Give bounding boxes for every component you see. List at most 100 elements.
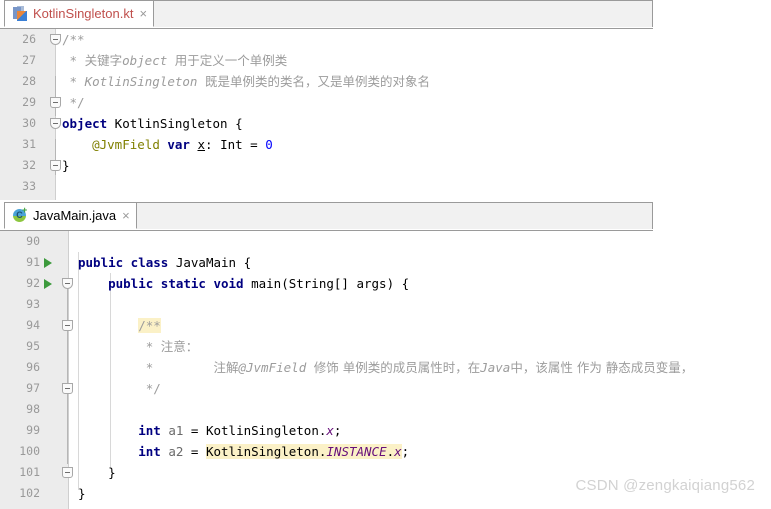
code-text: * 注意： xyxy=(78,336,199,357)
code-text: */ xyxy=(62,92,85,113)
code-token: } xyxy=(78,465,116,480)
code-line[interactable]: 94 /** xyxy=(0,315,771,336)
code-line[interactable]: 91 public class JavaMain { xyxy=(0,252,771,273)
fold-end-icon[interactable] xyxy=(62,467,73,478)
code-line[interactable]: 29 */ xyxy=(0,92,771,113)
run-arrow-icon[interactable] xyxy=(44,258,52,268)
tab-java-main[interactable]: C + JavaMain.java × xyxy=(4,202,137,229)
fold-end-icon[interactable] xyxy=(62,383,73,394)
fold-end-icon[interactable] xyxy=(62,320,73,331)
line-number: 97 xyxy=(26,381,40,395)
java-editor-panel: C + JavaMain.java × 90 91 public class Java… xyxy=(0,202,771,509)
code-text: * KotlinSingleton 既是单例类的类名，又是单例类的对象名 xyxy=(62,71,431,92)
line-number: 99 xyxy=(26,423,40,437)
code-token: * xyxy=(62,74,85,89)
java-code-area[interactable]: 90 91 public class JavaMain {92 public sta… xyxy=(0,231,771,509)
code-token: KotlinSingleton. xyxy=(205,444,327,459)
code-token: /** xyxy=(138,318,161,333)
code-line[interactable]: 93 xyxy=(0,294,771,315)
kotlin-line-list: 26/** 27 * 关键字object 用于定义一个单例类 28 * Kotlin… xyxy=(0,29,771,197)
code-line[interactable]: 26 /** xyxy=(0,29,771,50)
code-text: } xyxy=(78,483,86,504)
line-number: 26 xyxy=(22,32,36,46)
code-token: a2 xyxy=(168,444,184,459)
kotlin-code-area[interactable]: 26/** 27 * 关键字object 用于定义一个单例类 28 * Kotlin… xyxy=(0,29,771,200)
watermark: CSDN @zengkaiqiang562 xyxy=(575,477,755,494)
fold-end-icon[interactable] xyxy=(50,97,61,108)
line-number: 101 xyxy=(19,465,40,479)
code-token: int xyxy=(138,444,161,459)
line-number: 95 xyxy=(26,339,40,353)
code-token: 修饰 单例类的成员属性时，在 xyxy=(313,360,481,375)
fold-collapse-icon[interactable] xyxy=(62,278,73,289)
kotlin-file-icon xyxy=(13,6,28,21)
code-line[interactable]: 31 @JvmField var x: Int = 0 xyxy=(0,134,771,155)
line-number: 31 xyxy=(22,137,36,151)
code-token: INSTANCE xyxy=(326,444,387,459)
close-icon[interactable]: × xyxy=(122,209,130,222)
code-token: * xyxy=(62,53,85,68)
code-token: public class xyxy=(78,255,169,270)
code-token: : Int = xyxy=(205,137,266,152)
kotlin-editor-panel: KotlinSingleton.kt × 26 /** 27 * 关键字object… xyxy=(0,0,771,200)
line-number: 32 xyxy=(22,158,36,172)
code-token: 关键字 xyxy=(84,53,123,68)
code-token: public static void xyxy=(108,276,244,291)
fold-collapse-icon[interactable] xyxy=(50,34,61,45)
java-class-icon: C + xyxy=(13,206,28,223)
line-number: 96 xyxy=(26,360,40,374)
fold-end-icon[interactable] xyxy=(50,160,61,171)
tab-kotlin-singleton[interactable]: KotlinSingleton.kt × xyxy=(4,0,155,27)
code-line[interactable]: 33 xyxy=(0,176,771,197)
code-line[interactable]: 90 xyxy=(0,231,771,252)
line-number: 98 xyxy=(26,402,40,416)
code-text: object KotlinSingleton { xyxy=(62,113,243,134)
line-number: 102 xyxy=(19,486,40,500)
code-token: 用于定义一个单例类 xyxy=(174,53,288,68)
close-icon[interactable]: × xyxy=(139,7,147,20)
code-text: public class JavaMain { xyxy=(78,252,251,273)
code-text: int a1 = KotlinSingleton.x; xyxy=(78,420,341,441)
code-line[interactable]: 27 * 关键字object 用于定义一个单例类 xyxy=(0,50,771,71)
tab-label: JavaMain.java xyxy=(33,208,117,223)
code-line[interactable]: 92 public static void main(String[] args… xyxy=(0,273,771,294)
code-line[interactable]: 100 int a2 = KotlinSingleton.INSTANCE.x; xyxy=(0,441,771,462)
code-line[interactable]: 96 * 注解@JvmField 修饰 单例类的成员属性时，在Java中，该属性… xyxy=(0,357,771,378)
code-text: */ xyxy=(78,378,161,399)
line-number: 92 xyxy=(26,276,40,290)
code-line[interactable]: 98 xyxy=(0,399,771,420)
code-token: 既是单例类的类名，又是单例类的对象名 xyxy=(205,74,431,89)
code-token: = KotlinSingleton. xyxy=(183,423,327,438)
code-token: /** xyxy=(62,32,85,47)
code-token: 注意： xyxy=(160,339,199,354)
line-number: 90 xyxy=(26,234,40,248)
code-line[interactable]: 95 * 注意： xyxy=(0,336,771,357)
tab-label: KotlinSingleton.kt xyxy=(33,6,134,21)
code-token: = xyxy=(183,444,206,459)
code-text: public static void main(String[] args) { xyxy=(78,273,409,294)
line-number: 33 xyxy=(22,179,36,193)
code-line[interactable]: 30 object KotlinSingleton { xyxy=(0,113,771,134)
line-number: 28 xyxy=(22,74,36,88)
code-token: a1 xyxy=(168,423,184,438)
run-arrow-icon[interactable] xyxy=(44,279,52,289)
code-token: Java xyxy=(480,360,511,375)
code-text: * 注解@JvmField 修饰 单例类的成员属性时，在Java中，该属性 作为… xyxy=(78,357,694,378)
code-line[interactable]: 28 * KotlinSingleton 既是单例类的类名，又是单例类的对象名 xyxy=(0,71,771,92)
code-token: ; xyxy=(333,423,342,438)
code-line[interactable]: 97 */ xyxy=(0,378,771,399)
code-line[interactable]: 32} xyxy=(0,155,771,176)
line-number: 94 xyxy=(26,318,40,332)
kotlin-tab-bar-filler xyxy=(148,0,653,27)
fold-collapse-icon[interactable] xyxy=(50,118,61,129)
code-line[interactable]: 99 int a1 = KotlinSingleton.x; xyxy=(0,420,771,441)
code-token: var xyxy=(167,137,190,152)
code-token: KotlinSingleton { xyxy=(107,116,243,131)
code-token: } xyxy=(62,158,70,173)
code-token: ; xyxy=(401,444,410,459)
